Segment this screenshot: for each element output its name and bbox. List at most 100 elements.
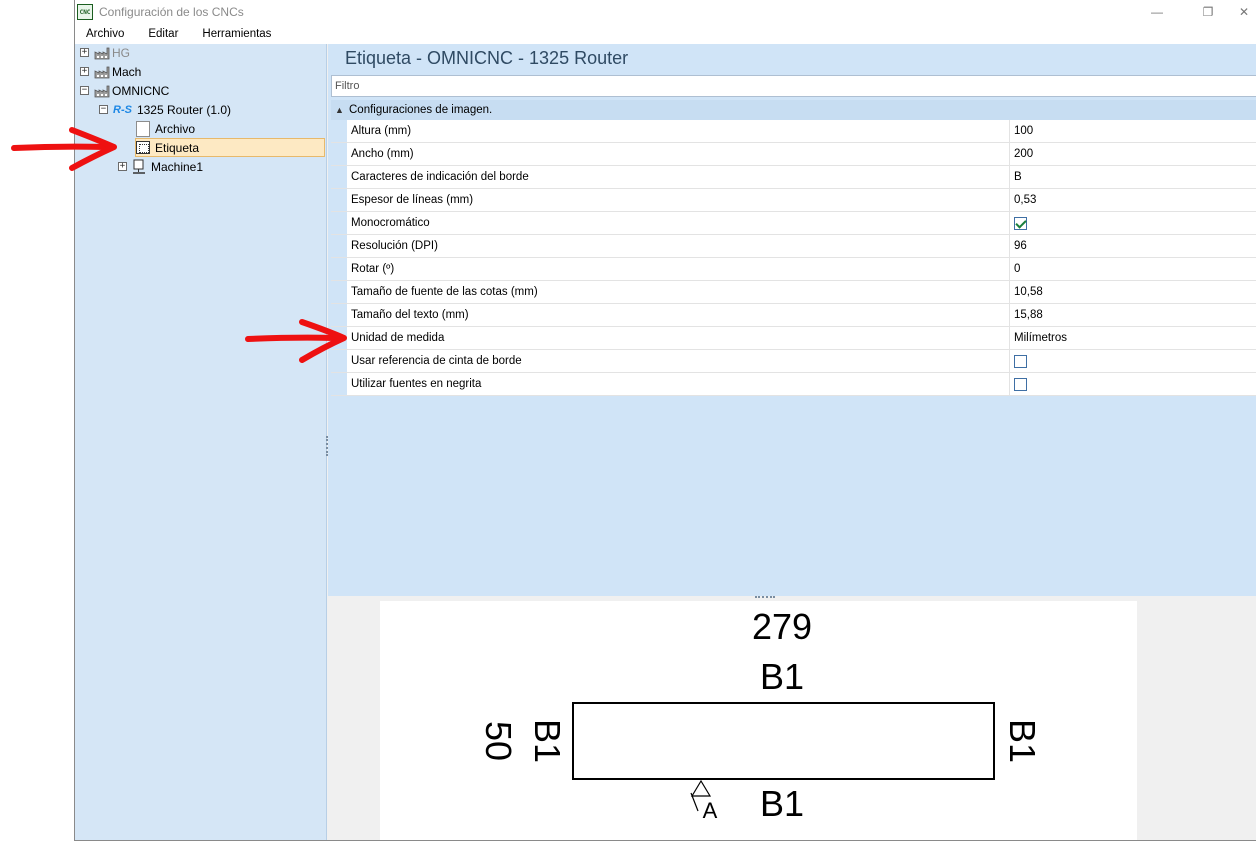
- window-title: Configuración de los CNCs: [99, 5, 244, 19]
- expand-icon[interactable]: +: [80, 67, 89, 76]
- row-gutter: [331, 258, 347, 280]
- row-gutter: [331, 373, 347, 395]
- edge-band-reference-checkbox[interactable]: [1014, 354, 1027, 368]
- property-panel: Etiqueta - OMNICNC - 1325 Router Filtro …: [328, 44, 1256, 596]
- property-name: Altura (mm): [347, 120, 1010, 142]
- tree-node-hg[interactable]: + HG: [80, 43, 130, 62]
- panel-rectangle: [572, 702, 995, 780]
- label-icon: [136, 141, 150, 154]
- collapse-icon[interactable]: −: [99, 105, 108, 114]
- annotation-arrow-unidad: [245, 319, 347, 363]
- tree-node-1325-router[interactable]: − R-S 1325 Router (1.0): [99, 100, 231, 119]
- property-row[interactable]: Tamaño del texto (mm) 15,88: [331, 304, 1256, 327]
- label-preview-pane: 279 B1 B1 50 B1 B1 A: [328, 599, 1256, 840]
- tree-node-etiqueta[interactable]: Etiqueta: [136, 138, 199, 157]
- row-gutter: [331, 143, 347, 165]
- property-value[interactable]: 0,53: [1010, 189, 1256, 211]
- row-gutter: [331, 166, 347, 188]
- property-name: Resolución (DPI): [347, 235, 1010, 257]
- property-row[interactable]: Rotar (º) 0: [331, 258, 1256, 281]
- width-dimension-text: 279: [752, 606, 812, 647]
- property-name: Tamaño de fuente de las cotas (mm): [347, 281, 1010, 303]
- factory-icon: [94, 85, 110, 97]
- reference-letter-text: A: [703, 798, 718, 823]
- row-gutter: [331, 120, 347, 142]
- close-button[interactable]: ✕: [1231, 0, 1256, 24]
- expand-icon[interactable]: +: [80, 48, 89, 57]
- property-value[interactable]: Milímetros: [1010, 327, 1256, 349]
- tree-label: OMNICNC: [112, 83, 170, 98]
- property-name: Caracteres de indicación del borde: [347, 166, 1010, 188]
- tree-label: Archivo: [155, 121, 196, 136]
- property-value[interactable]: 10,58: [1010, 281, 1256, 303]
- property-row[interactable]: Tamaño de fuente de las cotas (mm) 10,58: [331, 281, 1256, 304]
- property-value[interactable]: 0: [1010, 258, 1256, 280]
- property-name: Monocromático: [347, 212, 1010, 234]
- property-row[interactable]: Resolución (DPI) 96: [331, 235, 1256, 258]
- property-row[interactable]: Ancho (mm) 200: [331, 143, 1256, 166]
- property-value[interactable]: 15,88: [1010, 304, 1256, 326]
- property-value: [1010, 212, 1256, 234]
- row-gutter: [331, 212, 347, 234]
- property-value[interactable]: 96: [1010, 235, 1256, 257]
- edge-right-text: B1: [1002, 719, 1043, 763]
- tree-label: Mach: [112, 64, 142, 79]
- filter-input[interactable]: Filtro: [331, 75, 1256, 97]
- property-name: Rotar (º): [347, 258, 1010, 280]
- row-gutter: [331, 189, 347, 211]
- tree-label: 1325 Router (1.0): [136, 102, 232, 117]
- factory-icon: [94, 47, 110, 59]
- menu-herramientas[interactable]: Herramientas: [190, 28, 283, 40]
- edge-left-text: B1: [527, 719, 568, 763]
- tree-label: Etiqueta: [155, 140, 200, 155]
- tree-node-machine1[interactable]: + Machine1: [118, 157, 203, 176]
- property-name: Utilizar fuentes en negrita: [347, 373, 1010, 395]
- bold-fonts-checkbox[interactable]: [1014, 377, 1027, 391]
- property-name: Ancho (mm): [347, 143, 1010, 165]
- property-row[interactable]: Monocromático: [331, 212, 1256, 235]
- edge-bottom-text: B1: [760, 783, 804, 824]
- property-value[interactable]: B: [1010, 166, 1256, 188]
- height-dimension-text: 50: [478, 721, 519, 761]
- property-row[interactable]: Utilizar fuentes en negrita: [331, 373, 1256, 396]
- edge-top-text: B1: [760, 656, 804, 697]
- property-name: Espesor de líneas (mm): [347, 189, 1010, 211]
- property-row[interactable]: Unidad de medida Milímetros: [331, 327, 1256, 350]
- property-row[interactable]: Caracteres de indicación del borde B: [331, 166, 1256, 189]
- label-preview-drawing: 279 B1 B1 50 B1 B1 A: [478, 606, 1043, 824]
- property-value: [1010, 350, 1256, 372]
- menu-bar: Archivo Editar Herramientas: [75, 24, 1256, 44]
- property-row[interactable]: Altura (mm) 100: [331, 120, 1256, 143]
- machine-icon: [133, 159, 145, 174]
- property-row[interactable]: Usar referencia de cinta de borde: [331, 350, 1256, 373]
- group-label: Configuraciones de imagen.: [349, 104, 493, 116]
- restore-button[interactable]: ❐: [1190, 0, 1226, 24]
- property-name: Usar referencia de cinta de borde: [347, 350, 1010, 372]
- document-icon: [136, 120, 150, 137]
- minimize-button[interactable]: —: [1139, 0, 1175, 24]
- group-header-image-settings[interactable]: ▲ Configuraciones de imagen.: [331, 100, 1256, 120]
- tree-node-archivo[interactable]: Archivo: [136, 119, 195, 138]
- tree-label: HG: [112, 45, 130, 60]
- cnc-app-icon: CNC: [77, 4, 93, 20]
- menu-editar[interactable]: Editar: [136, 28, 190, 40]
- collapse-icon[interactable]: −: [80, 86, 89, 95]
- property-name: Unidad de medida: [347, 327, 1010, 349]
- tree-node-mach[interactable]: + Mach: [80, 62, 141, 81]
- property-value[interactable]: 100: [1010, 120, 1256, 142]
- property-row[interactable]: Espesor de líneas (mm) 0,53: [331, 189, 1256, 212]
- collapse-caret-icon[interactable]: ▲: [335, 105, 349, 115]
- property-name: Tamaño del texto (mm): [347, 304, 1010, 326]
- tree-node-omnicnc[interactable]: − OMNICNC: [80, 81, 169, 100]
- property-value[interactable]: 200: [1010, 143, 1256, 165]
- menu-archivo[interactable]: Archivo: [75, 28, 136, 40]
- property-value: [1010, 373, 1256, 395]
- router-rs-icon: R-S: [113, 103, 132, 116]
- property-grid: Altura (mm) 100 Ancho (mm) 200 Caractere…: [331, 120, 1256, 396]
- app-window: CNC Configuración de los CNCs — ❐ ✕ Arch…: [74, 0, 1256, 841]
- panel-title: Etiqueta - OMNICNC - 1325 Router: [345, 48, 629, 68]
- label-preview-canvas: 279 B1 B1 50 B1 B1 A: [380, 601, 1137, 840]
- monochrome-checkbox[interactable]: [1014, 216, 1027, 230]
- row-gutter: [331, 281, 347, 303]
- annotation-arrow-etiqueta: [11, 127, 117, 171]
